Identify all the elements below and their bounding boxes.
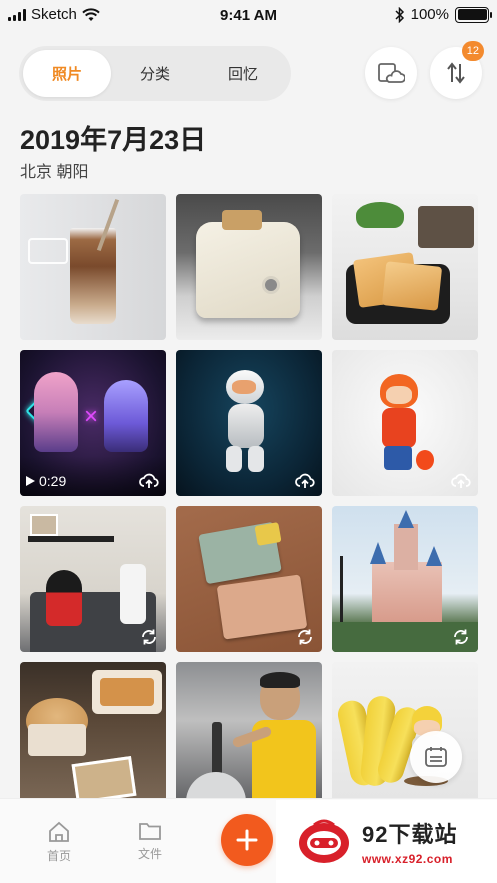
photo-thumbnail-banana[interactable]	[332, 662, 478, 808]
photo-thumbnail-figure[interactable]	[332, 350, 478, 496]
photo-thumbnail-shelf[interactable]	[20, 506, 166, 652]
tab-photos[interactable]: 照片	[23, 50, 111, 97]
play-icon	[26, 476, 35, 486]
battery-icon	[455, 6, 492, 23]
folder-icon	[139, 823, 161, 840]
photo-thumbnail-cooking[interactable]	[176, 662, 322, 808]
tab-memories[interactable]: 回忆	[199, 50, 287, 97]
nav-home-label: 首页	[46, 849, 71, 863]
watermark: 92下载站 www.xz92.com	[276, 800, 497, 883]
sort-arrows-icon	[447, 62, 465, 84]
status-bar: Sketch 9:41 AM 100%	[0, 0, 497, 32]
cloud-device-button[interactable]	[365, 47, 417, 99]
cloud-upload-icon	[139, 473, 159, 488]
photo-thumbnail-cards[interactable]	[176, 506, 322, 652]
photo-thumbnail-toast[interactable]	[332, 194, 478, 340]
section-date: 2019年7月23日	[20, 125, 207, 155]
add-button[interactable]	[221, 814, 273, 866]
photo-thumbnail-toaster[interactable]	[176, 194, 322, 340]
photo-thumbnail-castle[interactable]	[332, 506, 478, 652]
sync-icon	[454, 629, 468, 645]
watermark-url: www.xz92.com	[362, 852, 453, 866]
video-duration: 0:29	[26, 473, 66, 489]
sync-icon	[298, 629, 312, 645]
tab-categories[interactable]: 分类	[111, 50, 199, 97]
watermark-title: 92下载站	[362, 822, 458, 847]
photo-grid: × 0:29	[20, 194, 478, 808]
section-location: 北京 朝阳	[20, 164, 89, 181]
sync-icon	[142, 629, 156, 645]
cloud-upload-icon	[295, 473, 315, 488]
calendar-button[interactable]	[410, 731, 462, 783]
watermark-logo-icon	[299, 819, 349, 863]
cloud-upload-icon	[451, 473, 471, 488]
video-thumbnail-neon[interactable]: × 0:29	[20, 350, 166, 496]
photo-thumbnail-astronaut[interactable]	[176, 350, 322, 496]
nav-files-label: 文件	[137, 847, 162, 861]
sort-badge: 12	[461, 41, 484, 61]
photo-thumbnail-souffle[interactable]	[20, 662, 166, 808]
view-tabs: 照片 分类 回忆	[19, 46, 291, 101]
status-right: 100%	[395, 6, 492, 23]
plus-icon	[236, 829, 258, 851]
cloud-device-icon	[378, 63, 405, 83]
nav-home[interactable]: 首页	[29, 821, 89, 864]
sort-button[interactable]: 12	[430, 41, 484, 99]
nav-files[interactable]: 文件	[120, 821, 180, 862]
photo-thumbnail-coffee[interactable]	[20, 194, 166, 340]
bluetooth-icon	[395, 6, 404, 23]
watermark-text: 92下载站 www.xz92.com	[362, 817, 457, 866]
home-icon	[49, 821, 69, 842]
calendar-icon	[425, 747, 447, 767]
battery-label: 100%	[410, 6, 449, 23]
